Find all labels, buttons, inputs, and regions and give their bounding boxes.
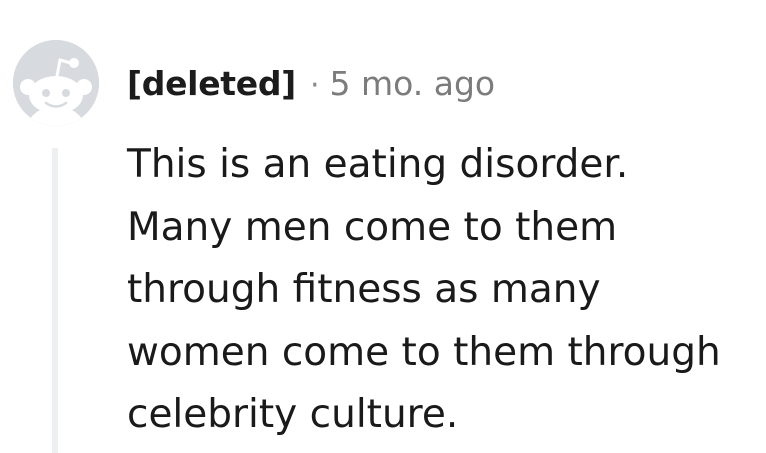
author-name[interactable]: [deleted]	[127, 64, 296, 103]
comment: [deleted] · 5 mo. ago This is an eating di…	[0, 0, 766, 453]
thread-line[interactable]	[52, 148, 58, 453]
meta-separator: ·	[309, 68, 320, 103]
avatar[interactable]	[13, 40, 99, 126]
comment-timestamp[interactable]: 5 mo. ago	[330, 64, 496, 103]
snoo-icon	[13, 40, 99, 126]
comment-body: This is an eating disorder. Many men com…	[127, 142, 721, 437]
comment-meta: [deleted] · 5 mo. ago	[127, 62, 495, 108]
